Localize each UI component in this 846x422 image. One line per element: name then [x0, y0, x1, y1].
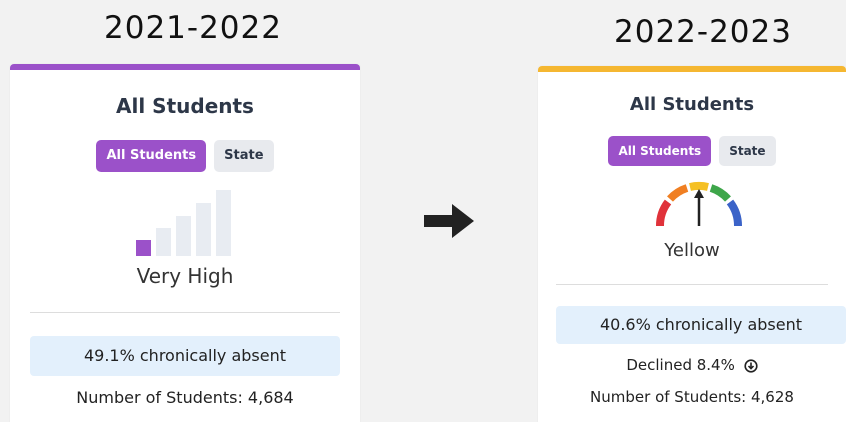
bars-level-icon: [136, 190, 231, 256]
all-students-button[interactable]: All Students: [96, 140, 207, 172]
comparison-view: 2021-2022 2022-2023 All Students All Stu…: [0, 0, 846, 422]
card-title: All Students: [629, 94, 755, 115]
change-indicator: Declined 8.4%: [538, 356, 846, 374]
chronic-absence-box: 40.6% chronically absent: [556, 306, 846, 344]
state-button[interactable]: State: [719, 136, 776, 166]
group-toggle: All Students State: [10, 140, 360, 172]
state-button[interactable]: State: [214, 140, 274, 172]
status-label: Very High: [136, 264, 234, 288]
number-of-students: Number of Students: 4,628: [590, 388, 794, 406]
group-toggle: All Students State: [538, 136, 846, 166]
down-circle-icon: [744, 359, 758, 373]
year-label-2021-2022: 2021-2022: [104, 10, 282, 46]
student-card-2022-2023: All Students All Students State Yellow 4…: [538, 66, 846, 422]
divider: [30, 312, 340, 313]
number-of-students: Number of Students: 4,684: [76, 388, 294, 407]
status-label: Yellow: [664, 240, 720, 261]
year-label-2022-2023: 2022-2023: [614, 14, 792, 50]
card-accent-bar: [10, 64, 360, 70]
chronic-absence-box: 49.1% chronically absent: [30, 336, 340, 376]
card-title: All Students: [116, 94, 254, 118]
right-arrow-icon: [424, 204, 474, 238]
divider: [556, 284, 828, 285]
gauge-icon: [655, 181, 743, 227]
all-students-button[interactable]: All Students: [608, 136, 712, 166]
declined-text: Declined 8.4%: [626, 356, 735, 374]
card-accent-bar: [538, 66, 846, 72]
student-card-2021-2022: All Students All Students State Very Hig…: [10, 64, 360, 422]
